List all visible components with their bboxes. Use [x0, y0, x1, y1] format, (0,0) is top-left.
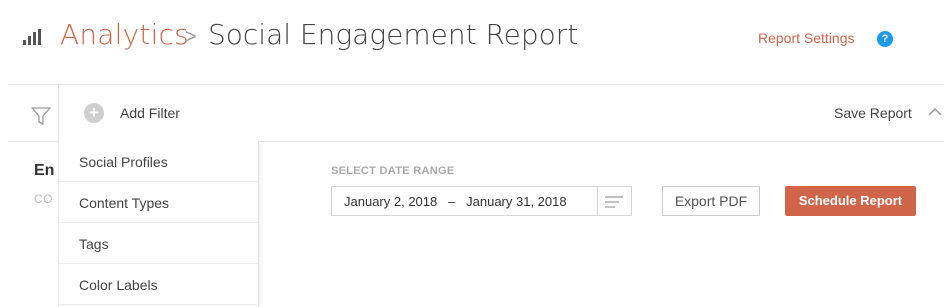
- bar-chart-icon: [23, 29, 41, 45]
- save-report-button[interactable]: Save Report: [834, 105, 912, 121]
- date-range-picker[interactable]: January 2, 2018 – January 31, 2018: [331, 186, 632, 216]
- schedule-report-button[interactable]: Schedule Report: [785, 186, 916, 216]
- plus-circle-icon: +: [84, 103, 104, 123]
- chevron-right-icon: >: [185, 26, 197, 48]
- menu-item-color-labels[interactable]: Color Labels: [59, 264, 258, 305]
- menu-item-social-profiles[interactable]: Social Profiles: [59, 141, 258, 182]
- date-range-label: SELECT DATE RANGE: [331, 165, 455, 177]
- add-filter-button[interactable]: + Add Filter: [58, 85, 258, 141]
- filter-bar: + Add Filter Save Report: [0, 85, 952, 141]
- section-title: En: [34, 162, 55, 179]
- export-pdf-button[interactable]: Export PDF: [662, 186, 760, 216]
- filter-dropdown-menu: Social Profiles Content Types Tags Color…: [58, 141, 259, 307]
- funnel-icon[interactable]: [31, 107, 51, 125]
- lines-icon[interactable]: [605, 196, 623, 208]
- add-filter-label: Add Filter: [120, 105, 180, 121]
- menu-item-content-types[interactable]: Content Types: [59, 182, 258, 223]
- date-range-divider: [597, 187, 598, 215]
- page-title: Social Engagement Report: [208, 18, 579, 51]
- date-range-value: January 2, 2018 – January 31, 2018: [344, 194, 567, 209]
- page-header: Analytics > Social Engagement Report Rep…: [0, 0, 952, 84]
- section-subtitle: CO: [34, 192, 53, 206]
- menu-item-tags[interactable]: Tags: [59, 223, 258, 264]
- chevron-up-icon[interactable]: [928, 107, 942, 117]
- report-settings-link[interactable]: Report Settings: [758, 30, 855, 46]
- breadcrumb-analytics[interactable]: Analytics: [60, 18, 189, 51]
- help-icon[interactable]: ?: [877, 31, 893, 47]
